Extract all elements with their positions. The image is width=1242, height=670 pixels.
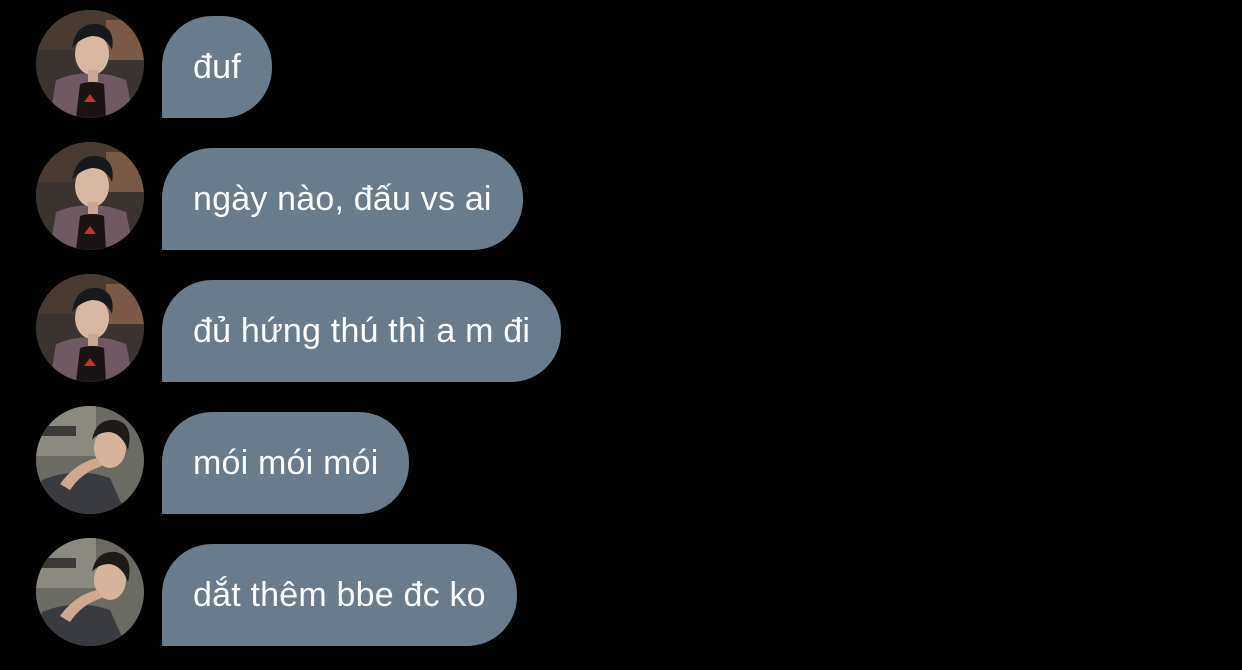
message-row: đuf	[0, 10, 1242, 118]
profile-photo-person-b-icon[interactable]	[36, 406, 144, 514]
chat-thread: đuf ngày nào, đấu vs ai đủ hứng thú thì …	[0, 0, 1242, 670]
profile-photo-person-a-icon[interactable]	[36, 10, 144, 118]
profile-photo-person-b-icon[interactable]	[36, 538, 144, 646]
message-bubble[interactable]: dắt thêm bbe đc ko	[162, 544, 517, 646]
message-row: ngày nào, đấu vs ai	[0, 142, 1242, 250]
message-row: đủ hứng thú thì a m đi	[0, 274, 1242, 382]
message-row: mói mói mói	[0, 406, 1242, 514]
message-bubble[interactable]: đủ hứng thú thì a m đi	[162, 280, 562, 382]
profile-photo-person-a-icon[interactable]	[36, 142, 144, 250]
message-row: dắt thêm bbe đc ko	[0, 538, 1242, 646]
message-bubble[interactable]: mói mói mói	[162, 412, 410, 514]
message-bubble[interactable]: ngày nào, đấu vs ai	[162, 148, 523, 250]
message-bubble[interactable]: đuf	[162, 16, 272, 118]
profile-photo-person-a-icon[interactable]	[36, 274, 144, 382]
